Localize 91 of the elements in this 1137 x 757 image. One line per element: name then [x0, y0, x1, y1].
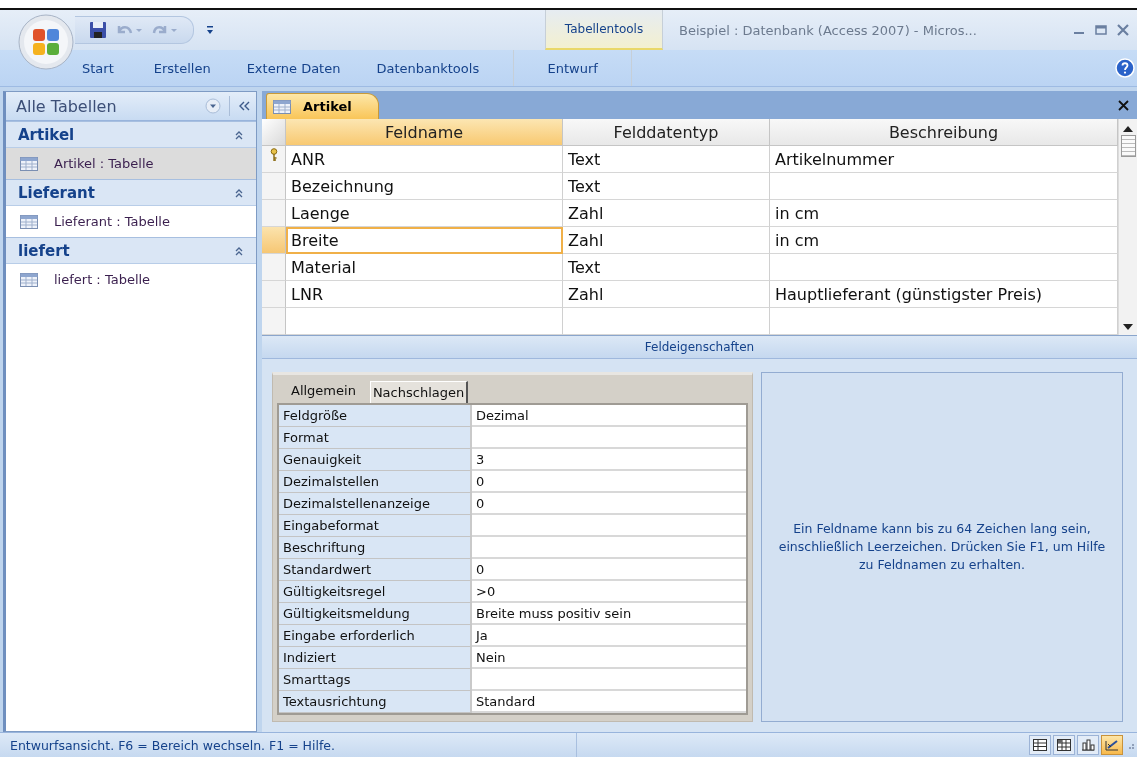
data-type-cell[interactable]	[563, 308, 770, 335]
field-name-cell[interactable]: LNR	[286, 281, 563, 308]
ribbon-tab[interactable]: Erstellen	[153, 56, 211, 80]
save-icon[interactable]	[89, 21, 107, 39]
bar-chart-icon	[1081, 739, 1095, 751]
document-tab[interactable]: Artikel	[266, 93, 379, 119]
data-type-cell[interactable]: Text	[563, 254, 770, 281]
ribbon-tab[interactable]: Datenbanktools	[376, 56, 480, 80]
description-cell[interactable]: Artikelnummer	[770, 146, 1118, 173]
property-name: Eingabeformat	[279, 515, 472, 537]
property-name: Genauigkeit	[279, 449, 472, 471]
customize-toolbar-icon[interactable]	[206, 25, 214, 35]
row-selector[interactable]	[262, 146, 286, 173]
collapse-icon[interactable]	[234, 187, 244, 198]
description-cell[interactable]	[770, 308, 1118, 335]
key-icon	[269, 148, 278, 162]
description-cell[interactable]: in cm	[770, 227, 1118, 254]
collapse-pane-icon[interactable]	[238, 100, 250, 112]
status-text: Entwurfsansicht. F6 = Bereich wechseln. F1 = Hilfe.	[9, 737, 336, 753]
data-type-cell[interactable]: Zahl	[563, 200, 770, 227]
data-type-cell[interactable]: Text	[563, 146, 770, 173]
contextual-tab-group-label: Tabellentools	[545, 10, 663, 50]
table-icon	[20, 272, 38, 287]
nav-item[interactable]: liefert : Tabelle	[6, 264, 256, 295]
field-name-cell[interactable]: ANR	[286, 146, 563, 173]
maximize-icon[interactable]	[1095, 24, 1107, 36]
property-name: Beschriftung	[279, 537, 472, 559]
office-logo-button[interactable]	[18, 14, 74, 70]
property-name: Feldgröße	[279, 405, 472, 427]
help-icon[interactable]	[1115, 58, 1135, 78]
design-ruler-icon	[1105, 739, 1119, 751]
collapse-icon[interactable]	[234, 129, 244, 140]
property-name: Standardwert	[279, 559, 472, 581]
property-name: Gültigkeitsregel	[279, 581, 472, 603]
scrollbar[interactable]	[1118, 119, 1137, 335]
field-name-cell[interactable]: Laenge	[286, 200, 563, 227]
pivot-table-icon	[1057, 739, 1071, 751]
data-type-cell[interactable]: Zahl	[563, 227, 770, 254]
pivot-chart-view-button[interactable]	[1077, 735, 1099, 755]
field-name-cell[interactable]: Breite	[286, 227, 563, 254]
column-header: Beschreibung	[770, 119, 1118, 146]
section-caption: Feldeigenschaften	[262, 336, 1137, 359]
corner-cell[interactable]	[262, 119, 286, 146]
row-selector[interactable]	[262, 200, 286, 227]
property-name: Textausrichtung	[279, 691, 472, 713]
group-header[interactable]: liefert	[18, 241, 70, 260]
table-icon	[273, 99, 291, 114]
dropdown-icon[interactable]	[205, 98, 221, 114]
nav-item[interactable]: Artikel : Tabelle	[6, 148, 256, 179]
ribbon-tab[interactable]: Start	[82, 56, 114, 80]
datasheet-view-button[interactable]	[1029, 735, 1051, 755]
data-type-cell[interactable]: Text	[563, 173, 770, 200]
property-name: Indiziert	[279, 647, 472, 669]
row-selector[interactable]	[262, 281, 286, 308]
description-cell[interactable]: Hauptlieferant (günstigster Preis)	[770, 281, 1118, 308]
pivot-table-view-button[interactable]	[1053, 735, 1075, 755]
window-title: Beispiel : Datenbank (Access 2007) - Micros...	[679, 22, 977, 38]
column-header: Feldname	[286, 119, 563, 146]
scroll-up-icon[interactable]	[1123, 125, 1133, 133]
table-icon	[20, 156, 38, 171]
close-icon[interactable]	[1118, 100, 1129, 111]
property-tab[interactable]: Nachschlagen	[369, 381, 469, 403]
description-cell[interactable]: in cm	[770, 200, 1118, 227]
help-text: Ein Feldname kann bis zu 64 Zeichen lang sein, einschließlich Leerzeichen. Drücken Sie F1, um Hilfe zu Feldnamen zu erhalten.	[777, 520, 1107, 574]
scroll-thumb[interactable]	[1120, 135, 1136, 157]
property-name: Gültigkeitsmeldung	[279, 603, 472, 625]
ribbon-tab[interactable]: Externe Daten	[246, 56, 341, 80]
description-cell[interactable]	[770, 173, 1118, 200]
ribbon-tab[interactable]: Entwurf	[547, 50, 598, 86]
row-selector[interactable]	[262, 227, 286, 254]
scroll-down-icon[interactable]	[1123, 323, 1133, 331]
data-type-cell[interactable]: Zahl	[563, 281, 770, 308]
property-name: Smarttags	[279, 669, 472, 691]
description-cell[interactable]	[770, 254, 1118, 281]
table-icon	[1033, 739, 1047, 751]
column-header: Felddatentyp	[563, 119, 770, 146]
row-selector[interactable]	[262, 308, 286, 335]
property-name: Dezimalstellenanzeige	[279, 493, 472, 515]
collapse-icon[interactable]	[234, 245, 244, 256]
property-name: Dezimalstellen	[279, 471, 472, 493]
design-view-button[interactable]	[1101, 735, 1123, 755]
field-name-cell[interactable]: Bezeichnung	[286, 173, 563, 200]
property-name: Format	[279, 427, 472, 449]
row-selector[interactable]	[262, 254, 286, 281]
row-selector[interactable]	[262, 173, 286, 200]
table-icon	[20, 214, 38, 229]
property-name: Eingabe erforderlich	[279, 625, 472, 647]
field-name-cell[interactable]: Material	[286, 254, 563, 281]
field-name-cell[interactable]	[286, 308, 563, 335]
nav-item[interactable]: Lieferant : Tabelle	[6, 206, 256, 237]
group-header[interactable]: Artikel	[18, 125, 75, 144]
